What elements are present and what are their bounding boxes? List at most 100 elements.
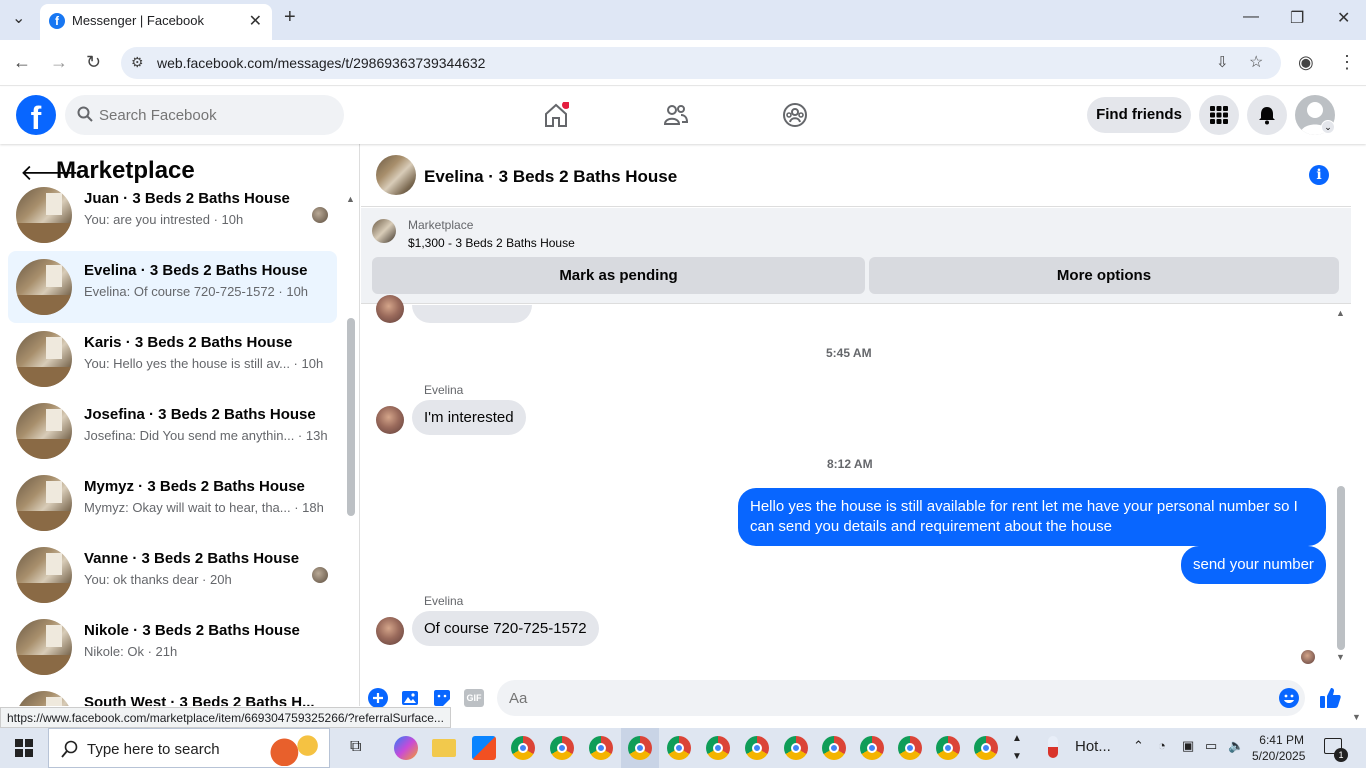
conversation-name: Mymyz · 3 Beds 2 Baths House — [84, 478, 305, 495]
network-icon[interactable]: ◔ — [1158, 738, 1166, 753]
conversation-item[interactable]: Josefina · 3 Beds 2 Baths House Josefina… — [8, 395, 337, 467]
browser-tabbar: ⌄ f Messenger | Facebook ✕ + — ❐ ✕ — [0, 0, 1366, 40]
omnibox[interactable]: ⚙ web.facebook.com/messages/t/2986936373… — [121, 47, 1281, 79]
emoji-icon[interactable] — [1279, 688, 1299, 708]
back-icon[interactable]: ← — [13, 52, 31, 73]
volume-icon[interactable]: 🔈 — [1228, 738, 1244, 754]
facebook-search[interactable] — [65, 95, 344, 135]
plus-icon[interactable] — [368, 688, 388, 708]
chrome-icon[interactable] — [974, 736, 998, 760]
copilot-icon[interactable] — [394, 736, 418, 760]
file-explorer-icon[interactable] — [432, 739, 456, 757]
chrome-icon[interactable] — [667, 736, 691, 760]
forward-icon[interactable]: → — [50, 52, 68, 73]
photo-icon[interactable] — [400, 688, 420, 708]
chat-scrollbar[interactable] — [1337, 486, 1345, 650]
marketplace-listing-bar: Marketplace $1,300 - 3 Beds 2 Baths Hous… — [361, 208, 1351, 304]
chrome-icon[interactable] — [589, 736, 613, 760]
show-hidden-icons-icon[interactable]: ⌃ — [1133, 738, 1144, 754]
conversation-item-active[interactable]: Evelina · 3 Beds 2 Baths House Evelina: … — [8, 251, 337, 323]
facebook-favicon-icon: f — [49, 13, 65, 29]
restore-icon[interactable]: ❐ — [1290, 8, 1304, 28]
menu-grid-icon[interactable] — [1199, 95, 1239, 135]
conversation-preview: Mymyz: Okay will wait to hear, tha... · … — [84, 500, 324, 515]
gif-icon[interactable]: GIF — [464, 689, 484, 707]
chrome-icon[interactable] — [511, 736, 535, 760]
chrome-icon[interactable] — [706, 736, 730, 760]
chrome-icon[interactable] — [628, 736, 652, 760]
chrome-icon[interactable] — [550, 736, 574, 760]
conversation-preview: You: ok thanks dear · 20h — [84, 572, 232, 587]
chat-scroll-down-icon[interactable]: ▼ — [1336, 652, 1345, 662]
sender-avatar — [376, 295, 404, 323]
incoming-message[interactable]: Of course 720-725-1572 — [412, 611, 599, 646]
weather-text[interactable]: Hot... — [1075, 738, 1111, 755]
url-text[interactable]: web.facebook.com/messages/t/298693637393… — [157, 55, 485, 71]
conversation-item[interactable]: Juan · 3 Beds 2 Baths House You: are you… — [8, 179, 337, 251]
address-bar-row: ← → ↻ ⚙ web.facebook.com/messages/t/2986… — [0, 40, 1366, 86]
conversation-preview: Josefina: Did You send me anythin... · 1… — [84, 428, 328, 443]
facebook-logo-icon[interactable]: f — [16, 95, 56, 135]
listing-thumbnail — [16, 547, 72, 603]
conversation-item[interactable]: Nikole · 3 Beds 2 Baths House Nikole: Ok… — [8, 611, 337, 683]
groups-icon[interactable] — [775, 97, 815, 133]
chat-title[interactable]: Evelina · 3 Beds 2 Baths House — [424, 167, 677, 187]
friends-icon[interactable] — [656, 97, 696, 133]
task-view-icon[interactable]: ⧉ — [350, 738, 361, 756]
bookmark-star-icon[interactable]: ☆ — [1249, 52, 1263, 72]
new-tab-icon[interactable]: + — [284, 6, 296, 29]
minimize-icon[interactable]: — — [1243, 8, 1259, 26]
mark-as-pending-button[interactable]: Mark as pending — [372, 257, 865, 294]
reload-icon[interactable]: ↻ — [86, 52, 101, 73]
message-sender: Evelina — [424, 594, 464, 608]
browser-tab[interactable]: f Messenger | Facebook ✕ — [40, 4, 272, 40]
conversation-item[interactable]: Mymyz · 3 Beds 2 Baths House Mymyz: Okay… — [8, 467, 337, 539]
conversation-item[interactable]: Karis · 3 Beds 2 Baths House You: Hello … — [8, 323, 337, 395]
browser-menu-icon[interactable]: ⋮ — [1338, 52, 1356, 73]
tab-list-chevron-icon[interactable]: ⌄ — [12, 8, 25, 28]
listing-thumbnail — [16, 187, 72, 243]
more-options-button[interactable]: More options — [869, 257, 1339, 294]
facebook-header: f Find friends ⌄ — [0, 87, 1366, 144]
account-chevron-icon[interactable]: ⌄ — [1321, 120, 1335, 134]
incoming-message[interactable]: I'm interested — [412, 400, 526, 435]
taskbar-overflow-icon[interactable]: ▲ ▼ — [1012, 730, 1022, 766]
find-friends-button[interactable]: Find friends — [1087, 97, 1191, 133]
clock-date[interactable]: 5/20/2025 — [1252, 749, 1305, 763]
outgoing-message[interactable]: Hello yes the house is still available f… — [738, 488, 1326, 546]
chrome-icon[interactable] — [898, 736, 922, 760]
battery-icon[interactable]: ▭ — [1205, 738, 1217, 754]
install-app-icon[interactable]: ⇩ — [1216, 53, 1229, 71]
chrome-icon[interactable] — [860, 736, 884, 760]
chat-listing-avatar[interactable] — [376, 155, 416, 195]
chrome-icon[interactable] — [745, 736, 769, 760]
conversation-item[interactable]: South West · 3 Beds 2 Baths H... — [8, 683, 337, 706]
meet-icon[interactable]: ▣ — [1182, 738, 1194, 754]
facebook-search-input[interactable] — [99, 95, 329, 135]
profile-icon[interactable]: ◉ — [1298, 52, 1314, 73]
conversation-item[interactable]: Vanne · 3 Beds 2 Baths House You: ok tha… — [8, 539, 337, 611]
chat-scroll-up-icon[interactable]: ▲ — [1336, 308, 1345, 318]
like-thumbs-up-icon[interactable] — [1318, 686, 1342, 710]
taskbar-search[interactable]: Type here to search — [48, 728, 330, 768]
outgoing-message[interactable]: send your number — [1181, 546, 1326, 584]
message-input[interactable] — [509, 680, 1269, 716]
scroll-up-arrow-icon[interactable]: ▲ — [346, 194, 355, 204]
chrome-icon[interactable] — [936, 736, 960, 760]
microsoft-store-icon[interactable] — [472, 736, 496, 760]
home-icon[interactable] — [536, 97, 576, 133]
page-scroll-down-icon[interactable]: ▼ — [1352, 712, 1361, 722]
message-input-box[interactable] — [497, 680, 1305, 716]
sticker-icon[interactable] — [432, 688, 452, 708]
conversation-list-scrollbar[interactable] — [347, 318, 355, 516]
site-settings-icon[interactable]: ⚙ — [131, 54, 144, 71]
window-close-icon[interactable]: ✕ — [1337, 8, 1350, 28]
clock-time[interactable]: 6:41 PM — [1254, 733, 1304, 747]
notifications-bell-icon[interactable] — [1247, 95, 1287, 135]
info-icon[interactable]: i — [1309, 165, 1329, 185]
listing-price-title[interactable]: $1,300 - 3 Beds 2 Baths House — [408, 236, 575, 250]
windows-start-icon[interactable] — [15, 739, 33, 757]
chrome-icon[interactable] — [822, 736, 846, 760]
close-tab-icon[interactable]: ✕ — [249, 11, 262, 31]
chrome-icon[interactable] — [784, 736, 808, 760]
